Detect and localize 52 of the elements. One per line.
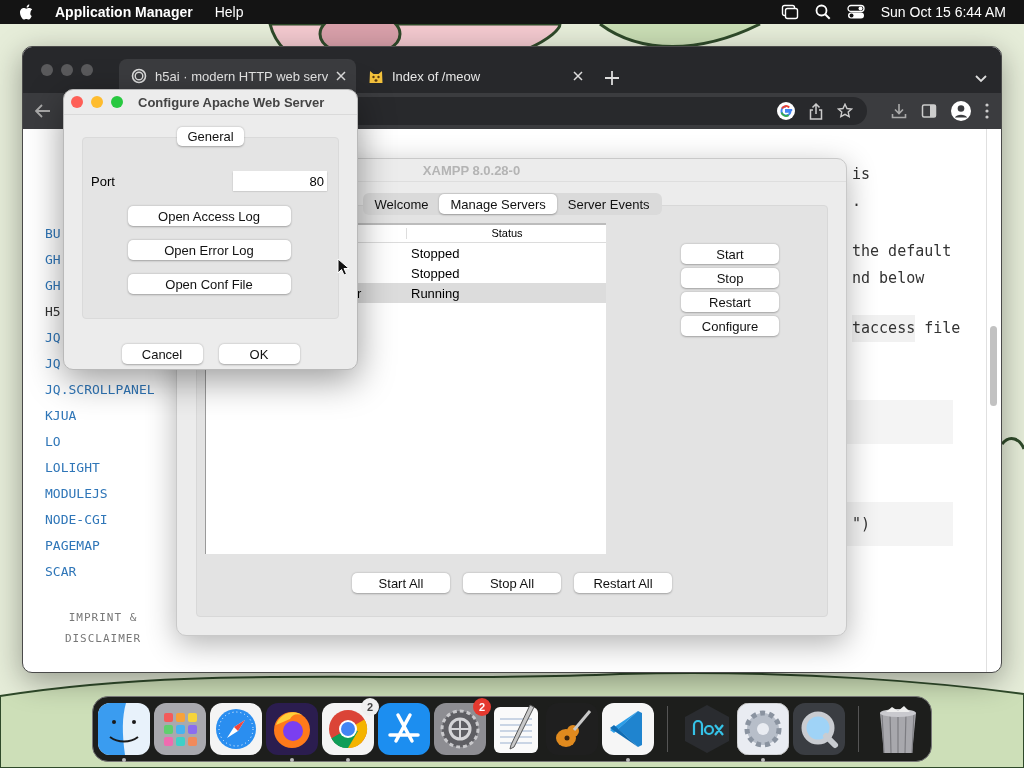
sidebar-link[interactable]: LO xyxy=(45,429,61,455)
tab[interactable]: Manage Servers xyxy=(439,194,557,214)
notification-badge: 2 xyxy=(473,698,491,716)
sidebar-link[interactable]: JQ xyxy=(45,351,61,377)
text-line: . xyxy=(852,191,862,212)
ok-button[interactable]: OK xyxy=(218,344,300,364)
footer-link[interactable]: IMPRINT & DISCLAIMER xyxy=(48,607,158,649)
sidebar-link[interactable]: KJUA xyxy=(45,403,77,429)
menu-item[interactable]: Help xyxy=(214,4,244,20)
table-cell: Stopped xyxy=(411,265,460,281)
field-label: Port xyxy=(91,173,115,189)
action-button[interactable]: Open Conf File xyxy=(127,274,291,294)
table-cell: r xyxy=(357,285,362,301)
dialog-title: Configure Apache Web Server xyxy=(138,94,325,110)
sidebar-link[interactable]: GH xyxy=(45,273,61,299)
sidebar-link[interactable]: GH xyxy=(45,247,61,273)
action-button[interactable]: Open Error Log xyxy=(127,240,291,260)
notification-badge: 2 xyxy=(361,698,379,716)
app-menu[interactable]: Application Manager xyxy=(55,4,193,20)
code-text: ") xyxy=(852,515,871,533)
port-field[interactable]: 80 xyxy=(233,171,327,191)
sidebar-link[interactable]: SCAR xyxy=(45,559,77,585)
browser-tab[interactable]: Index of /meow xyxy=(356,59,593,93)
action-button[interactable]: Restart All xyxy=(574,573,672,593)
table-cell: Running xyxy=(411,285,460,301)
inline-code: taccess xyxy=(852,315,916,342)
sidebar-link[interactable]: LOLIGHT xyxy=(45,455,100,481)
menubar-clock[interactable]: Sun Oct 15 6:44 AM xyxy=(880,4,1006,20)
text-line: nd below xyxy=(852,268,925,289)
action-button[interactable]: Stop All xyxy=(463,573,561,593)
cancel-button[interactable]: Cancel xyxy=(121,344,203,364)
action-button[interactable]: Restart xyxy=(681,292,779,312)
text-line: the default xyxy=(852,241,952,262)
window-title: XAMPP 8.0.28-0 xyxy=(422,162,521,178)
tab[interactable]: Server Events xyxy=(556,194,661,214)
text-line: file xyxy=(924,318,961,339)
sidebar-link[interactable]: H5 xyxy=(45,299,61,325)
sidebar-link[interactable]: BU xyxy=(45,221,61,247)
column-header[interactable]: Status xyxy=(407,225,607,242)
sidebar-link[interactable]: JQ xyxy=(45,325,61,351)
action-button[interactable]: Stop xyxy=(681,268,779,288)
action-button[interactable]: Start All xyxy=(352,573,450,593)
sidebar-link[interactable]: MODULEJS xyxy=(45,481,108,507)
sidebar-link[interactable]: JQ.SCROLLPANEL xyxy=(45,377,155,403)
action-button[interactable]: Configure xyxy=(681,316,779,336)
action-button[interactable]: Open Access Log xyxy=(127,206,291,226)
sidebar-link[interactable]: PAGEMAP xyxy=(45,533,100,559)
text-line: is xyxy=(852,164,871,185)
action-button[interactable]: Start xyxy=(681,244,779,264)
sidebar-link[interactable]: NODE-CGI xyxy=(45,507,108,533)
tab[interactable]: General xyxy=(177,127,244,146)
tab[interactable]: Welcome xyxy=(363,194,440,214)
